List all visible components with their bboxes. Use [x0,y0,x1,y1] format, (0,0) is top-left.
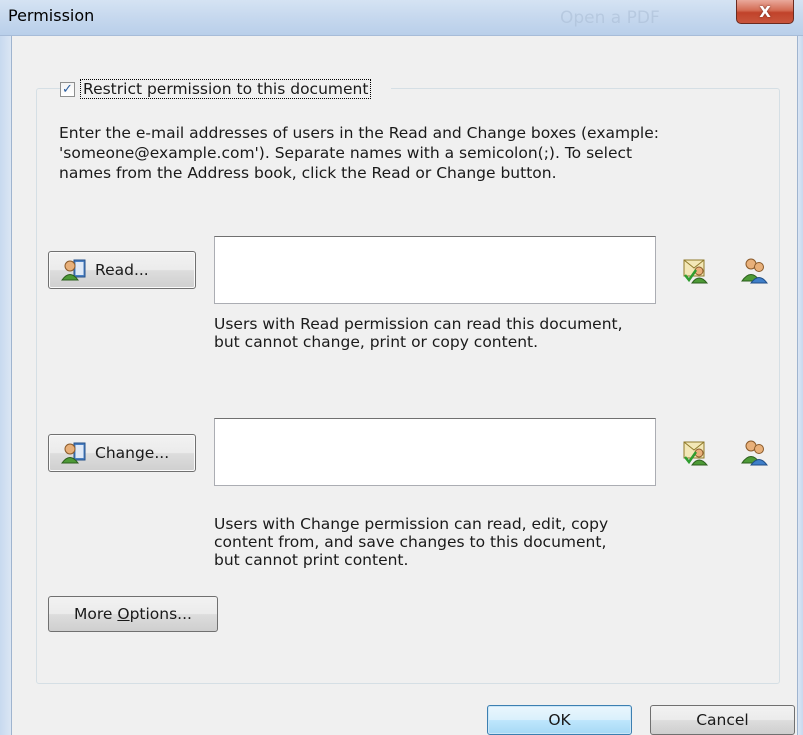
cancel-button[interactable]: Cancel [650,705,795,735]
window-left-border [0,36,12,735]
more-options-button[interactable]: More Options... [48,596,218,632]
window-right-border [797,36,803,735]
change-permission-description: Users with Change permission can read, e… [214,515,609,569]
window-title: Permission [8,6,95,25]
close-icon: X [759,2,771,21]
restrict-permission-checkbox[interactable]: ✓ [60,81,75,97]
ok-button-label: OK [548,711,571,729]
check-names-icon[interactable] [682,438,710,466]
address-book-icon [61,259,86,281]
cancel-button-label: Cancel [696,711,749,729]
read-permission-description: Users with Read permission can read this… [214,315,623,351]
read-users-input[interactable] [214,236,656,304]
select-users-icon[interactable] [740,438,768,466]
change-button[interactable]: Change... [48,434,196,472]
background-window-title: Open a PDF [560,8,660,28]
instructions-text: Enter the e-mail addresses of users in t… [59,124,659,182]
more-options-label: More Options... [74,605,192,623]
change-users-input[interactable] [214,418,656,486]
close-button[interactable]: X [736,0,794,24]
select-users-icon[interactable] [740,256,768,284]
change-button-label: Change... [95,444,170,462]
ok-button[interactable]: OK [487,705,632,735]
read-button-label: Read... [95,261,149,279]
read-button[interactable]: Read... [48,251,196,289]
restrict-permission-label[interactable]: Restrict permission to this document [80,79,372,99]
address-book-icon [61,442,86,464]
check-names-icon[interactable] [682,256,710,284]
restrict-permission-checkbox-row[interactable]: ✓ Restrict permission to this document [60,79,392,99]
title-bar[interactable]: Open a PDF Permission [0,0,803,36]
